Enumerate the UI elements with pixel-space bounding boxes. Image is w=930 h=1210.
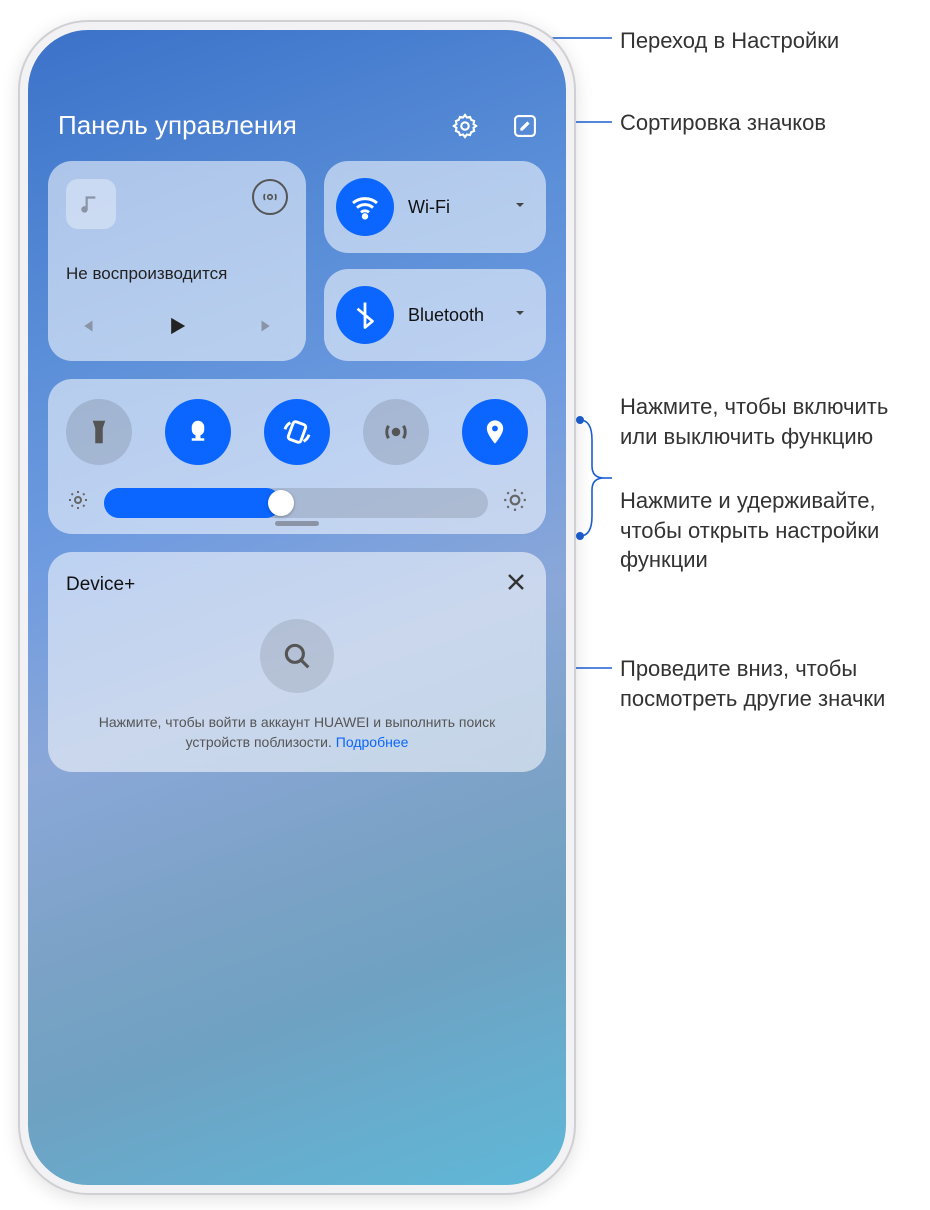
annotation-settings: Переход в Настройки: [620, 26, 839, 56]
control-panel-title: Панель управления: [58, 110, 297, 141]
location-toggle[interactable]: [462, 399, 528, 465]
brightness-low-icon: [66, 488, 90, 517]
device-plus-close-icon[interactable]: [504, 570, 528, 599]
screen: Панель управления: [28, 30, 566, 1185]
expand-drag-handle[interactable]: [275, 521, 319, 526]
device-plus-card: Device+ Нажмите, чтобы войти в аккаунт H…: [48, 552, 546, 772]
flashlight-toggle[interactable]: [66, 399, 132, 465]
quick-toggles-card: [48, 379, 546, 534]
annotation-sort: Сортировка значков: [620, 108, 826, 138]
annotation-tap: Нажмите, чтобы включить или выключить фу…: [620, 392, 930, 451]
brightness-slider[interactable]: [104, 488, 488, 518]
device-plus-title: Device+: [66, 574, 135, 596]
audio-cast-icon[interactable]: [252, 179, 288, 215]
wifi-toggle[interactable]: Wi-Fi: [324, 161, 546, 253]
wifi-icon: [336, 178, 394, 236]
settings-icon[interactable]: [450, 111, 480, 141]
bluetooth-toggle[interactable]: Bluetooth: [324, 269, 546, 361]
bluetooth-icon: [336, 286, 394, 344]
bluetooth-label: Bluetooth: [408, 305, 498, 326]
hotspot-toggle[interactable]: [363, 399, 429, 465]
header: Панель управления: [48, 56, 546, 161]
edit-sort-icon[interactable]: [510, 111, 540, 141]
annotation-swipe: Проведите вниз, чтобы посмотреть другие …: [620, 654, 930, 713]
media-card[interactable]: Не воспроизводится: [48, 161, 306, 361]
media-next-button[interactable]: [256, 315, 278, 342]
device-plus-hint-text: Нажмите, чтобы войти в аккаунт HUAWEI и …: [99, 714, 495, 750]
annotation-hold: Нажмите и удерживайте, чтобы открыть нас…: [620, 486, 930, 575]
brightness-row: [66, 487, 528, 518]
sound-toggle[interactable]: [165, 399, 231, 465]
brightness-thumb[interactable]: [268, 490, 294, 516]
device-plus-more-link[interactable]: Подробнее: [336, 734, 409, 750]
media-prev-button[interactable]: [76, 315, 98, 342]
phone-frame: Панель управления: [18, 20, 576, 1195]
bluetooth-expand-icon[interactable]: [512, 305, 528, 326]
wifi-label: Wi-Fi: [408, 197, 498, 218]
wifi-expand-icon[interactable]: [512, 197, 528, 218]
device-plus-hint: Нажмите, чтобы войти в аккаунт HUAWEI и …: [66, 713, 528, 752]
auto-rotate-toggle[interactable]: [264, 399, 330, 465]
device-plus-search-button[interactable]: [260, 619, 334, 693]
media-play-button[interactable]: [163, 312, 191, 345]
header-actions: [450, 111, 540, 141]
music-icon: [66, 179, 116, 229]
brightness-high-icon: [502, 487, 528, 518]
media-status-text: Не воспроизводится: [66, 264, 288, 284]
